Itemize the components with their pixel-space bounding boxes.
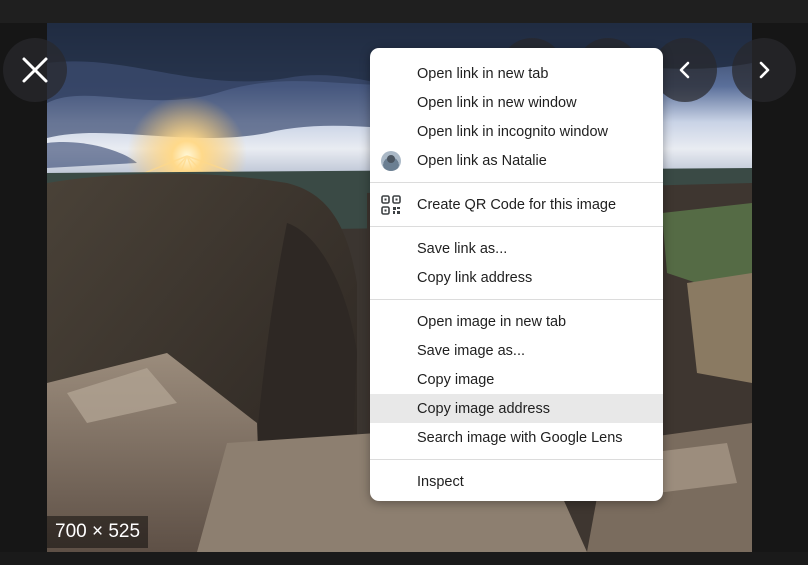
avatar [380,150,401,171]
menu-separator [370,459,663,460]
menu-item-copy-image-address[interactable]: Copy image address [370,394,663,423]
menu-item-copy-image[interactable]: Copy image [370,365,663,394]
menu-item-label: Save link as... [417,240,508,257]
menu-item-open-link-new-window[interactable]: Open link in new window [370,88,663,117]
menu-item-label: Create QR Code for this image [417,196,617,213]
chevron-right-icon [759,61,770,79]
viewer-top-bar [0,0,808,23]
menu-item-label: Open link in new tab [417,65,549,82]
next-image-button[interactable] [732,38,796,102]
menu-item-label: Search image with Google Lens [417,429,623,446]
close-button[interactable] [3,38,67,102]
menu-item-open-link-as-profile[interactable]: Open link as Natalie [370,146,663,175]
image-dimensions-label: 700 × 525 [47,516,149,548]
menu-item-label: Save image as... [417,342,525,359]
menu-item-label: Open link as Natalie [417,152,547,169]
menu-item-inspect[interactable]: Inspect [370,467,663,496]
chevron-left-icon [679,61,690,79]
menu-item-label: Copy image address [417,400,550,417]
close-icon [22,57,48,83]
menu-separator [370,299,663,300]
context-menu: Open link in new tab Open link in new wi… [370,48,663,501]
menu-item-save-image-as[interactable]: Save image as... [370,336,663,365]
menu-item-save-link-as[interactable]: Save link as... [370,234,663,263]
menu-item-copy-link-address[interactable]: Copy link address [370,263,663,292]
menu-item-open-link-incognito[interactable]: Open link in incognito window [370,117,663,146]
menu-item-open-image-new-tab[interactable]: Open image in new tab [370,307,663,336]
menu-item-label: Inspect [417,473,464,490]
menu-item-label: Open image in new tab [417,313,567,330]
menu-item-label: Open link in new window [417,94,577,111]
menu-item-search-google-lens[interactable]: Search image with Google Lens [370,423,663,452]
menu-item-open-link-new-tab[interactable]: Open link in new tab [370,59,663,88]
menu-item-label: Copy image [417,371,495,388]
menu-separator [370,226,663,227]
menu-item-label: Open link in incognito window [417,123,609,140]
profile-avatar [380,150,401,171]
viewer-bottom-bar [0,552,808,565]
qr-code-icon [380,194,401,215]
menu-separator [370,182,663,183]
menu-item-label: Copy link address [417,269,533,286]
menu-item-create-qr-code[interactable]: Create QR Code for this image [370,190,663,219]
